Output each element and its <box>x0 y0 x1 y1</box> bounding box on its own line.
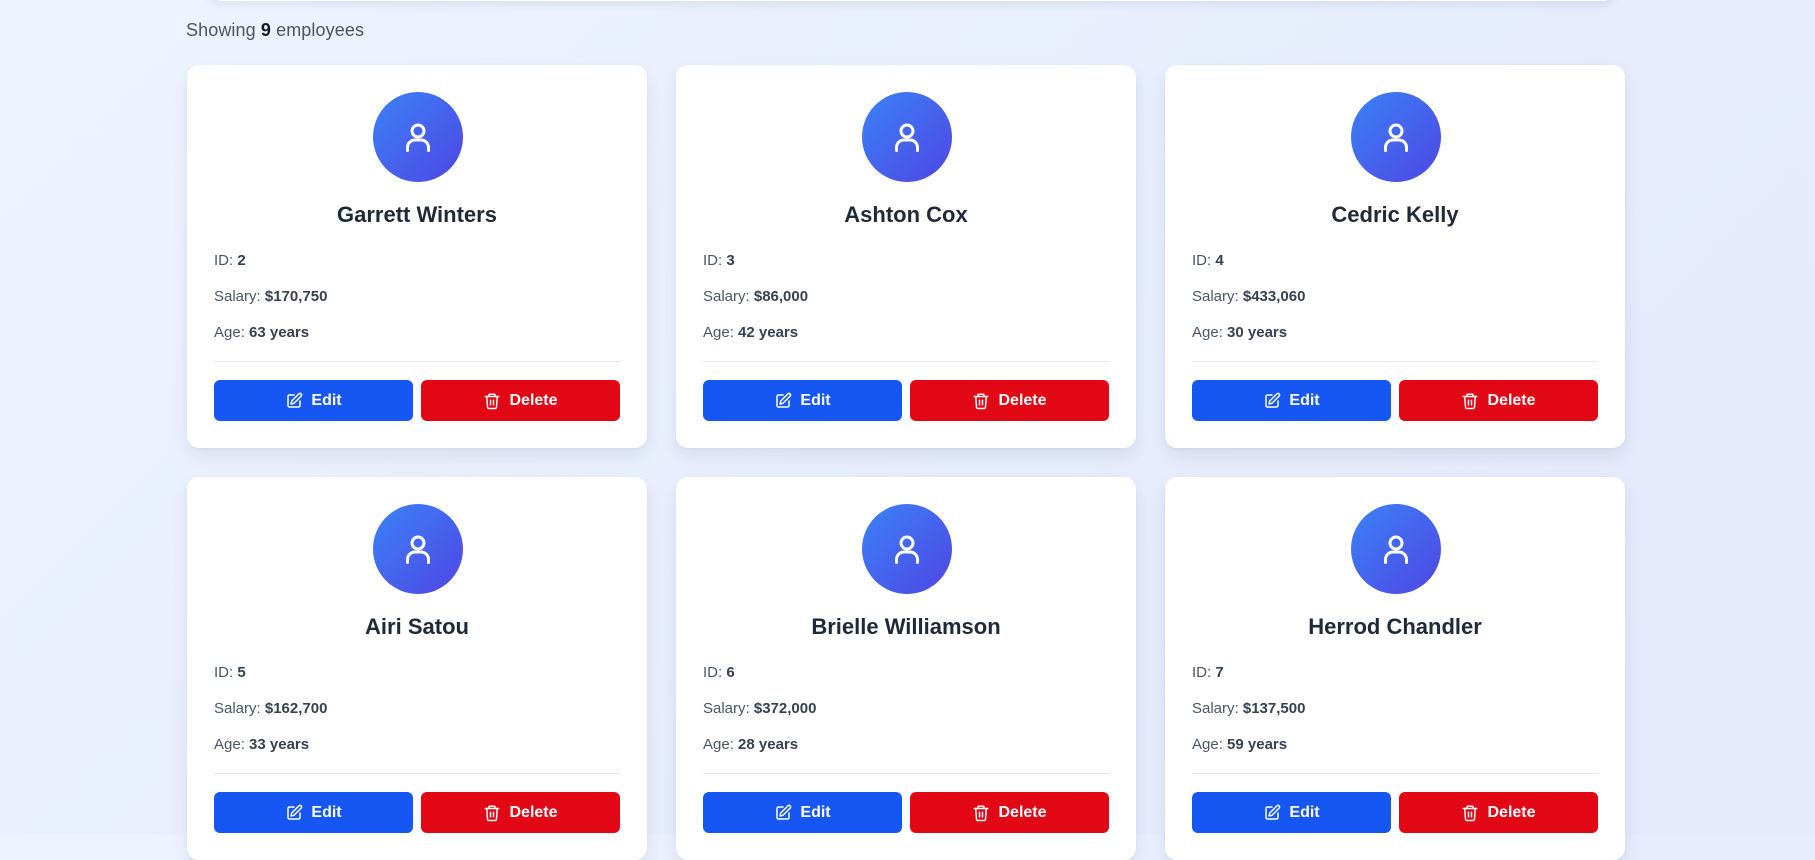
delete-button[interactable]: Delete <box>910 792 1109 833</box>
edit-icon <box>1265 392 1281 408</box>
user-icon <box>895 123 919 152</box>
employee-card: Airi Satou ID: 5 Salary: $162,700 Age: 3… <box>187 477 647 860</box>
employee-salary: Salary: $86,000 <box>703 288 809 305</box>
trash-icon <box>973 805 989 821</box>
employee-name: Garrett Winters <box>337 202 497 227</box>
employee-salary: Salary: $137,500 <box>1192 700 1306 717</box>
employee-id: ID: 3 <box>703 252 735 269</box>
employee-id: ID: 4 <box>1192 252 1224 269</box>
employee-card: Herrod Chandler ID: 7 Salary: $137,500 A… <box>1165 477 1625 860</box>
edit-button[interactable]: Edit <box>1192 792 1391 833</box>
employee-age: Age: 63 years <box>214 324 310 341</box>
edit-button[interactable]: Edit <box>703 380 902 421</box>
employee-salary: Salary: $372,000 <box>703 700 817 717</box>
avatar <box>373 92 463 182</box>
employee-age: Age: 28 years <box>703 736 799 753</box>
divider <box>1192 773 1598 774</box>
employee-name: Ashton Cox <box>844 202 968 227</box>
employee-name: Brielle Williamson <box>811 614 1001 639</box>
edit-icon <box>776 392 792 408</box>
divider <box>1192 361 1598 362</box>
avatar <box>1351 92 1441 182</box>
employee-age: Age: 30 years <box>1192 324 1288 341</box>
divider <box>214 361 620 362</box>
employee-salary: Salary: $433,060 <box>1192 288 1306 305</box>
employee-id: ID: 6 <box>703 664 735 681</box>
divider <box>214 773 620 774</box>
employee-id: ID: 5 <box>214 664 246 681</box>
avatar <box>862 92 952 182</box>
employee-name: Cedric Kelly <box>1331 202 1459 227</box>
avatar <box>373 504 463 594</box>
edit-icon <box>287 392 303 408</box>
trash-icon <box>1462 805 1478 821</box>
divider <box>703 773 1109 774</box>
employee-age: Age: 59 years <box>1192 736 1288 753</box>
user-icon <box>1384 535 1408 564</box>
employee-salary: Salary: $162,700 <box>214 700 328 717</box>
edit-button[interactable]: Edit <box>703 792 902 833</box>
trash-icon <box>484 393 500 409</box>
user-icon <box>895 535 919 564</box>
divider <box>703 361 1109 362</box>
employee-age: Age: 42 years <box>703 324 799 341</box>
employee-card: Garrett Winters ID: 2 Salary: $170,750 A… <box>187 65 647 448</box>
user-icon <box>1384 123 1408 152</box>
employee-name: Airi Satou <box>365 614 469 639</box>
user-icon <box>406 123 430 152</box>
edit-icon <box>1265 804 1281 820</box>
delete-button[interactable]: Delete <box>910 380 1109 421</box>
trash-icon <box>1462 393 1478 409</box>
delete-button[interactable]: Delete <box>1399 792 1598 833</box>
employee-id: ID: 2 <box>214 252 246 269</box>
employee-card: Ashton Cox ID: 3 Salary: $86,000 Age: 42… <box>676 65 1136 448</box>
avatar <box>1351 504 1441 594</box>
employee-card: Cedric Kelly ID: 4 Salary: $433,060 Age:… <box>1165 65 1625 448</box>
delete-button[interactable]: Delete <box>421 792 620 833</box>
employee-count: 9 <box>260 20 271 40</box>
edit-button[interactable]: Edit <box>214 380 413 421</box>
employee-card: Brielle Williamson ID: 6 Salary: $372,00… <box>676 477 1136 860</box>
avatar <box>862 504 952 594</box>
employee-salary: Salary: $170,750 <box>214 288 328 305</box>
delete-button[interactable]: Delete <box>421 380 620 421</box>
edit-button[interactable]: Edit <box>214 792 413 833</box>
edit-icon <box>287 804 303 820</box>
employee-id: ID: 7 <box>1192 664 1224 681</box>
employee-name: Herrod Chandler <box>1308 614 1482 639</box>
user-icon <box>406 535 430 564</box>
delete-button[interactable]: Delete <box>1399 380 1598 421</box>
employee-count-summary: Showing 9 employees <box>186 20 365 40</box>
trash-icon <box>484 805 500 821</box>
employee-age: Age: 33 years <box>214 736 310 753</box>
edit-button[interactable]: Edit <box>1192 380 1391 421</box>
top-panel <box>208 0 1616 1</box>
edit-icon <box>776 804 792 820</box>
trash-icon <box>973 393 989 409</box>
